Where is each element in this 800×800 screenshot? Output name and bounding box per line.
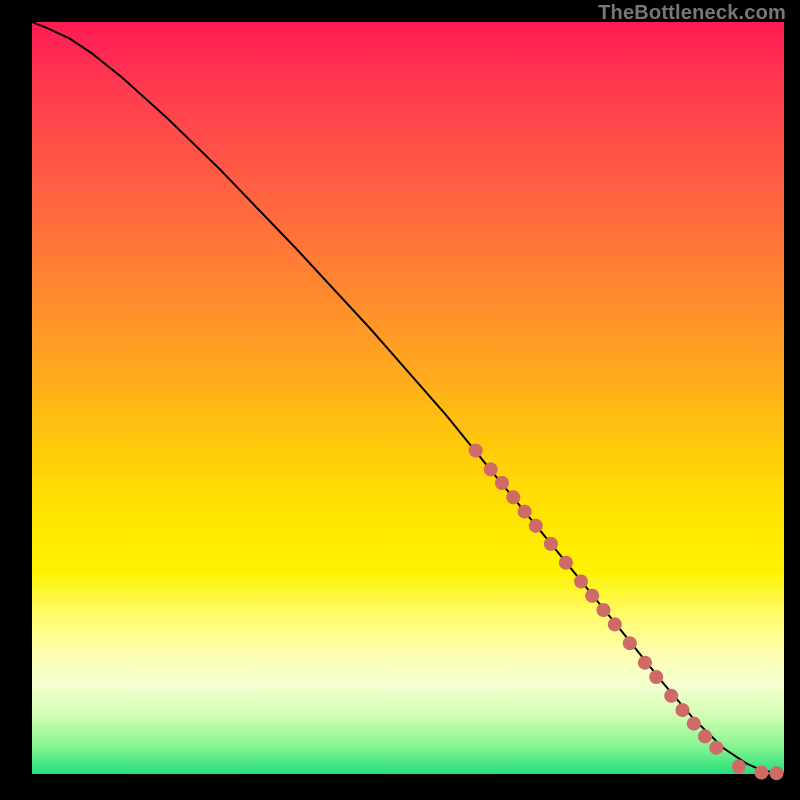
highlight-dots-group bbox=[469, 444, 784, 781]
highlight-dot bbox=[484, 462, 498, 476]
highlight-dot bbox=[608, 617, 622, 631]
highlight-dot bbox=[518, 505, 532, 519]
highlight-dot bbox=[529, 519, 543, 533]
highlight-dot bbox=[506, 490, 520, 504]
highlight-dot bbox=[709, 741, 723, 755]
highlight-dot bbox=[585, 589, 599, 603]
highlight-dot bbox=[687, 717, 701, 731]
highlight-dot bbox=[649, 670, 663, 684]
chart-stage: TheBottleneck.com bbox=[0, 0, 800, 800]
bottleneck-curve bbox=[32, 22, 784, 773]
highlight-dot bbox=[664, 689, 678, 703]
highlight-dot bbox=[754, 766, 768, 780]
highlight-dot bbox=[770, 766, 784, 780]
highlight-dot bbox=[469, 444, 483, 458]
highlight-dot bbox=[623, 636, 637, 650]
highlight-dot bbox=[544, 537, 558, 551]
highlight-dot bbox=[574, 575, 588, 589]
highlight-dot bbox=[638, 656, 652, 670]
highlight-dot bbox=[698, 729, 712, 743]
highlight-dot bbox=[732, 760, 746, 774]
highlight-dot bbox=[559, 556, 573, 570]
chart-overlay-svg bbox=[32, 22, 784, 774]
highlight-dot bbox=[495, 476, 509, 490]
plot-area bbox=[32, 22, 784, 774]
highlight-dot bbox=[597, 603, 611, 617]
highlight-dot bbox=[676, 703, 690, 717]
